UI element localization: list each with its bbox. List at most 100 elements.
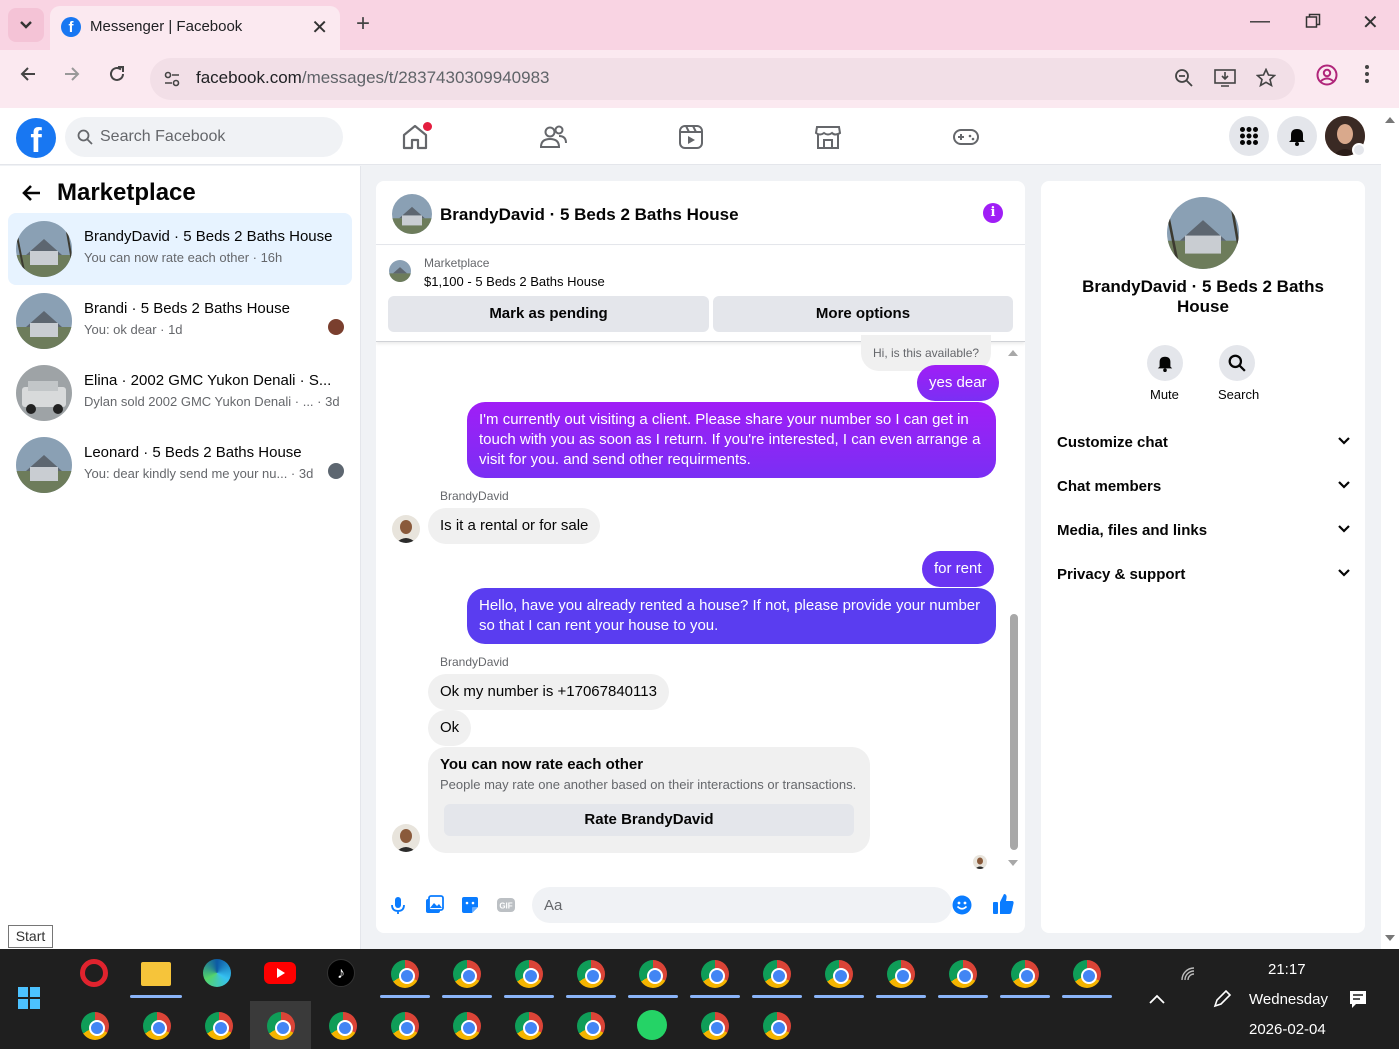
- grid-icon: [1240, 127, 1258, 145]
- facebook-logo-icon[interactable]: f: [16, 118, 56, 158]
- chrome-profile-icon[interactable]: [763, 1012, 791, 1040]
- scroll-down-icon[interactable]: [1384, 934, 1396, 942]
- clock-time[interactable]: 21:17: [1268, 961, 1306, 978]
- conversation-item[interactable]: Elina · 2002 GMC Yukon Denali · S... Dyl…: [8, 357, 352, 429]
- site-settings-icon[interactable]: [162, 69, 182, 89]
- sticker-icon[interactable]: [460, 895, 480, 915]
- chrome-profile-icon[interactable]: [701, 960, 729, 988]
- account-chevron-icon[interactable]: [1352, 143, 1366, 157]
- chat-title[interactable]: BrandyDavid · 5 Beds 2 Baths House: [440, 205, 739, 225]
- info-icon[interactable]: i: [983, 203, 1003, 223]
- section-customize-chat[interactable]: Customize chat: [1057, 434, 1351, 454]
- section-chat-members[interactable]: Chat members: [1057, 478, 1351, 498]
- chrome-profile-icon[interactable]: [887, 960, 915, 988]
- edge-icon[interactable]: [203, 959, 231, 987]
- close-window-icon[interactable]: ✕: [1362, 10, 1379, 35]
- forward-icon[interactable]: [62, 64, 82, 90]
- show-hidden-icons-chevron-icon[interactable]: [1148, 993, 1166, 1005]
- sender-avatar[interactable]: [392, 515, 420, 543]
- chrome-profile-icon[interactable]: [577, 960, 605, 988]
- photo-icon[interactable]: [424, 895, 444, 915]
- close-tab-icon[interactable]: ✕: [311, 15, 328, 40]
- chrome-profile-icon[interactable]: [391, 960, 419, 988]
- network-icon[interactable]: [1180, 966, 1196, 982]
- video-icon[interactable]: [676, 122, 706, 152]
- mark-as-pending-button[interactable]: Mark as pending: [388, 296, 709, 332]
- conversation-item[interactable]: Leonard · 5 Beds 2 Baths House You: dear…: [8, 429, 352, 501]
- microphone-icon[interactable]: [388, 895, 408, 915]
- chrome-profile-icon[interactable]: [453, 960, 481, 988]
- browser-tabstrip: f Messenger | Facebook ✕ + — ✕: [0, 0, 1399, 50]
- listing-title[interactable]: $1,100 - 5 Beds 2 Baths House: [424, 274, 605, 289]
- section-media-files-links[interactable]: Media, files and links: [1057, 522, 1351, 542]
- like-thumb-icon[interactable]: [992, 893, 1014, 915]
- gif-icon[interactable]: GIF: [496, 895, 516, 915]
- scroll-up-icon[interactable]: [1007, 348, 1019, 358]
- file-explorer-icon[interactable]: [141, 962, 171, 986]
- scroll-up-icon[interactable]: [1384, 116, 1396, 124]
- message-scrollbar[interactable]: [1010, 614, 1018, 850]
- facebook-search-input[interactable]: Search Facebook: [65, 117, 343, 157]
- chrome-profile-icon[interactable]: [329, 1012, 357, 1040]
- browser-menu-icon[interactable]: [1364, 64, 1370, 90]
- page-scrollbar[interactable]: [1381, 108, 1399, 949]
- chrome-profile-icon[interactable]: [515, 960, 543, 988]
- profile-icon[interactable]: [1316, 64, 1338, 92]
- conversation-item[interactable]: BrandyDavid · 5 Beds 2 Baths House You c…: [8, 213, 352, 285]
- chrome-profile-icon[interactable]: [1073, 960, 1101, 988]
- menu-grid-button[interactable]: [1229, 116, 1269, 156]
- chrome-profile-icon[interactable]: [577, 1012, 605, 1040]
- mute-button[interactable]: [1147, 345, 1183, 381]
- notifications-center-icon[interactable]: [1348, 989, 1368, 1009]
- windows-start-icon[interactable]: [18, 987, 40, 1009]
- chrome-profile-icon[interactable]: [81, 1012, 109, 1040]
- gaming-icon[interactable]: [951, 122, 981, 152]
- minimize-icon[interactable]: —: [1250, 10, 1270, 33]
- bookmark-star-icon[interactable]: [1255, 67, 1277, 94]
- clock-date[interactable]: 2026-02-04: [1249, 1021, 1326, 1038]
- section-privacy-support[interactable]: Privacy & support: [1057, 566, 1351, 586]
- browser-tab[interactable]: f Messenger | Facebook ✕: [50, 6, 340, 50]
- pen-icon[interactable]: [1212, 989, 1232, 1009]
- back-icon[interactable]: [18, 64, 38, 90]
- restore-icon[interactable]: [1305, 12, 1321, 35]
- listing-thumbnail-icon[interactable]: [389, 260, 411, 282]
- tiktok-icon[interactable]: ♪: [327, 959, 355, 987]
- install-app-icon[interactable]: [1214, 68, 1236, 94]
- search-in-chat-button[interactable]: [1219, 345, 1255, 381]
- reload-icon[interactable]: [107, 64, 127, 90]
- back-arrow-icon[interactable]: [20, 182, 42, 204]
- address-bar[interactable]: facebook.com/messages/t/2837430309940983: [150, 58, 1295, 100]
- chrome-profile-icon[interactable]: [205, 1012, 233, 1040]
- tab-search-dropdown[interactable]: [8, 8, 44, 42]
- emoji-icon[interactable]: [952, 895, 972, 915]
- conversation-item[interactable]: Brandi · 5 Beds 2 Baths House You: ok de…: [8, 285, 352, 357]
- new-tab-icon[interactable]: +: [356, 10, 370, 38]
- chrome-profile-icon[interactable]: [515, 1012, 543, 1040]
- youtube-icon[interactable]: [264, 962, 296, 984]
- contact-avatar[interactable]: [1167, 197, 1239, 269]
- friends-icon[interactable]: [538, 122, 568, 152]
- chrome-profile-icon[interactable]: [143, 1012, 171, 1040]
- chrome-profile-icon[interactable]: [949, 960, 977, 988]
- chrome-profile-icon[interactable]: [763, 960, 791, 988]
- zoom-icon[interactable]: [1174, 68, 1194, 94]
- chrome-profile-icon[interactable]: [391, 1012, 419, 1040]
- more-options-button[interactable]: More options: [713, 296, 1013, 332]
- clock-day[interactable]: Wednesday: [1249, 991, 1328, 1008]
- marketplace-icon[interactable]: [813, 122, 843, 152]
- scroll-down-icon[interactable]: [1007, 858, 1019, 868]
- chrome-profile-icon[interactable]: [825, 960, 853, 988]
- opera-icon[interactable]: [80, 959, 108, 987]
- sender-avatar[interactable]: [392, 824, 420, 852]
- message-input[interactable]: Aa: [532, 887, 972, 923]
- chrome-profile-icon[interactable]: [1011, 960, 1039, 988]
- rate-user-button[interactable]: Rate BrandyDavid: [444, 804, 854, 836]
- chrome-profile-icon[interactable]: [453, 1012, 481, 1040]
- notifications-button[interactable]: [1277, 116, 1317, 156]
- chat-avatar[interactable]: [392, 194, 432, 234]
- whatsapp-icon[interactable]: [637, 1010, 667, 1040]
- chrome-profile-icon[interactable]: [267, 1012, 295, 1040]
- chrome-profile-icon[interactable]: [701, 1012, 729, 1040]
- chrome-profile-icon[interactable]: [639, 960, 667, 988]
